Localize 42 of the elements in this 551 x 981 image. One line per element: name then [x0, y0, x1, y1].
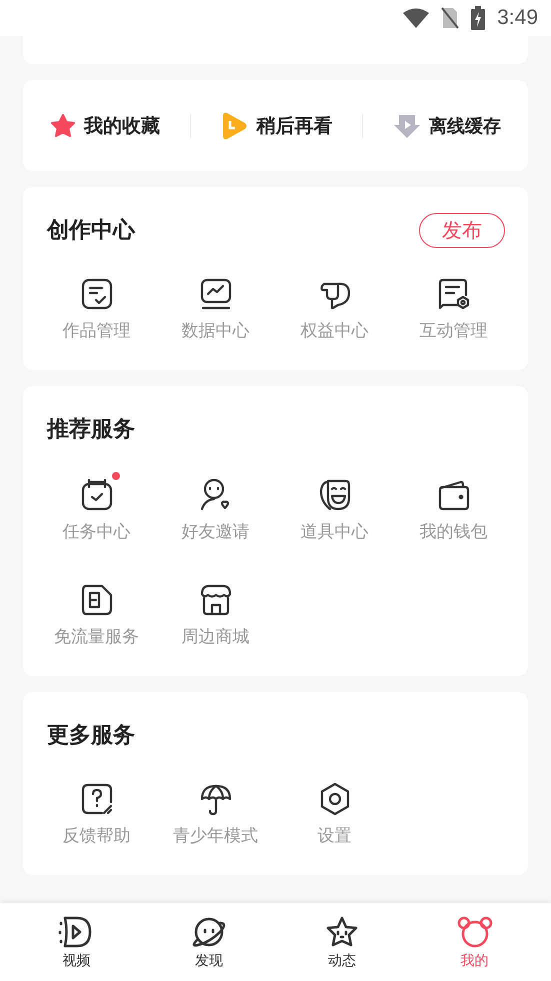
service-label: 好友邀请: [182, 521, 250, 543]
battery-icon: [471, 6, 486, 30]
umbrella-icon[interactable]: [198, 782, 232, 816]
publish-button[interactable]: 发布: [419, 212, 505, 248]
play-clock-icon: [220, 110, 248, 140]
service-label: 任务中心: [62, 521, 130, 543]
nav-tab[interactable]: 视频: [36, 914, 116, 970]
clock-time: 3:49: [497, 6, 538, 30]
nav-tab[interactable]: 动态: [302, 914, 382, 970]
service-label: 青少年模式: [173, 825, 258, 847]
star-icon: [50, 112, 76, 138]
service-label: 道具中心: [300, 521, 368, 543]
service-label: 设置: [318, 825, 352, 847]
service-label: 周边商城: [182, 626, 250, 648]
service-label: 权益中心: [300, 320, 368, 342]
download-icon: [393, 112, 422, 138]
store-icon[interactable]: [198, 583, 232, 617]
mask-icon[interactable]: [318, 478, 352, 512]
wallet-icon[interactable]: [436, 478, 470, 512]
section-title: 更多服务: [47, 722, 135, 750]
sim-card-icon[interactable]: [80, 583, 114, 617]
nav-tab[interactable]: 我的: [434, 914, 515, 970]
chart-icon[interactable]: [198, 277, 232, 311]
quick-link[interactable]: 离线缓存: [429, 114, 502, 138]
service-label: 反馈帮助: [62, 825, 130, 847]
section-title: 创作中心: [47, 216, 135, 245]
service-label: 互动管理: [420, 320, 488, 342]
document-check-icon[interactable]: [80, 277, 114, 311]
quick-link[interactable]: 我的收藏: [84, 112, 160, 138]
quick-link[interactable]: 稍后再看: [256, 112, 332, 138]
service-label: 免流量服务: [54, 626, 139, 648]
bear-icon: [456, 914, 494, 948]
service-label: 我的钱包: [420, 521, 488, 543]
nav-tab[interactable]: 发现: [169, 914, 250, 970]
no-sim-icon: [441, 7, 460, 29]
calendar-check-icon[interactable]: [80, 478, 114, 512]
service-label: 作品管理: [62, 320, 130, 342]
service-label: 数据中心: [182, 320, 250, 342]
question-icon[interactable]: [80, 782, 114, 816]
section-title: 推荐服务: [47, 416, 135, 444]
wifi-icon: [403, 8, 430, 28]
chat-gear-icon[interactable]: [436, 277, 470, 311]
